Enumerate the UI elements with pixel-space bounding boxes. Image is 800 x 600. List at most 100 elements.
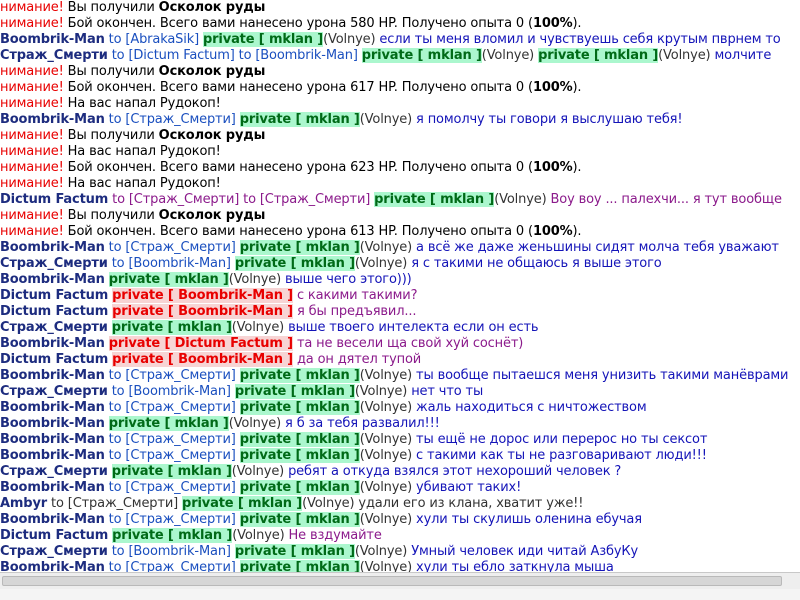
- sender-nick[interactable]: Boombrik-Man: [0, 272, 105, 287]
- private-clan-tag[interactable]: private [ mklan ]: [239, 512, 360, 527]
- chat-message: Страж_Смерти to [Boombrik-Man] private […: [0, 544, 800, 560]
- scrollbar-thumb[interactable]: [2, 576, 782, 586]
- sender-nick[interactable]: Boombrik-Man: [0, 368, 105, 383]
- attention-label: нимание!: [0, 208, 68, 223]
- chat-log: нимание! Вы получили Осколок руды нимание…: [0, 0, 800, 572]
- message-text: Осколок руды: [158, 128, 266, 143]
- message-text: to [Boombrik-Man]: [107, 544, 235, 559]
- private-clan-tag[interactable]: private [ mklan ]: [108, 272, 229, 287]
- horizontal-scrollbar[interactable]: [0, 572, 800, 589]
- private-clan-tag[interactable]: private [ mklan ]: [111, 464, 232, 479]
- sender-nick[interactable]: Boombrik-Man: [0, 448, 105, 463]
- message-text: я б за тебя развалил!!!: [285, 416, 440, 431]
- chat-message: Boombrik-Man to [Страж_Смерти] private […: [0, 368, 800, 384]
- attention-label: нимание!: [0, 96, 68, 111]
- chat-message: Страж_Смерти private [ mklan ](Volnye) в…: [0, 320, 800, 336]
- private-clan-tag[interactable]: private [ mklan ]: [361, 48, 482, 63]
- message-text: удали его из клана, хватит уже!!: [358, 496, 584, 511]
- system-message: нимание! Бой окончен. Всего вами нанесен…: [0, 224, 800, 240]
- private-clan-tag[interactable]: private [ mklan ]: [111, 320, 232, 335]
- attention-label: нимание!: [0, 176, 68, 191]
- private-clan-tag[interactable]: private [ mklan ]: [239, 400, 360, 415]
- private-clan-tag[interactable]: private [ mklan ]: [239, 480, 360, 495]
- message-text: 100%: [532, 80, 573, 95]
- private-user-tag[interactable]: private [ Boombrik-Man ]: [112, 352, 293, 367]
- sender-nick[interactable]: Boombrik-Man: [0, 240, 105, 255]
- sender-nick[interactable]: Dictum Factum: [0, 304, 108, 319]
- private-clan-tag[interactable]: private [ mklan ]: [182, 496, 302, 511]
- sender-nick[interactable]: Dictum Factum: [0, 528, 108, 543]
- sender-nick[interactable]: Страж_Смерти: [0, 464, 108, 479]
- message-text: ).: [572, 224, 582, 239]
- message-text: (Volnye): [354, 384, 412, 399]
- sender-nick[interactable]: Dictum Factum: [0, 288, 108, 303]
- private-clan-tag[interactable]: private [ mklan ]: [108, 416, 229, 431]
- sender-nick[interactable]: Страж_Смерти: [0, 384, 108, 399]
- message-text: убивают таких!: [416, 480, 522, 495]
- sender-nick[interactable]: Boombrik-Man: [0, 32, 105, 47]
- private-clan-tag[interactable]: private [ mklan ]: [112, 528, 232, 543]
- sender-nick[interactable]: Boombrik-Man: [0, 560, 105, 572]
- message-text: На вас напал Рудокоп!: [67, 144, 221, 159]
- message-text: to [Страж_Смерти]: [47, 496, 183, 511]
- private-clan-tag[interactable]: private [ mklan ]: [374, 192, 494, 207]
- sender-nick[interactable]: Boombrik-Man: [0, 480, 105, 495]
- sender-nick[interactable]: Boombrik-Man: [0, 336, 105, 351]
- message-text: я бы предъявил...: [292, 304, 417, 319]
- chat-message: Boombrik-Man private [ Dictum Factum ] т…: [0, 336, 800, 352]
- private-clan-tag[interactable]: private [ mklan ]: [203, 32, 323, 47]
- message-text: выше твоего интелекта если он есть: [288, 320, 539, 335]
- message-text: (Volnye): [359, 448, 417, 463]
- private-user-tag[interactable]: private [ Boombrik-Man ]: [112, 304, 293, 319]
- sender-nick[interactable]: Boombrik-Man: [0, 512, 105, 527]
- private-clan-tag[interactable]: private [ mklan ]: [234, 544, 355, 559]
- attention-label: нимание!: [0, 16, 68, 31]
- private-user-tag[interactable]: private [ Boombrik-Man ]: [112, 288, 293, 303]
- private-clan-tag[interactable]: private [ mklan ]: [239, 368, 360, 383]
- message-text: Бой окончен. Всего вами нанесено урона 6…: [67, 224, 533, 239]
- private-clan-tag[interactable]: private [ mklan ]: [538, 48, 658, 63]
- private-clan-tag[interactable]: private [ mklan ]: [234, 384, 355, 399]
- private-clan-tag[interactable]: private [ mklan ]: [239, 448, 360, 463]
- sender-nick[interactable]: Страж_Смерти: [0, 544, 108, 559]
- chat-message: Dictum Factum private [ Boombrik-Man ] с…: [0, 288, 800, 304]
- message-text: (Volnye): [231, 464, 289, 479]
- message-text: to [Страж_Смерти]: [104, 512, 240, 527]
- sender-nick[interactable]: Dictum Factum: [0, 192, 108, 207]
- message-text: (Volnye): [354, 256, 412, 271]
- private-clan-tag[interactable]: private [ mklan ]: [239, 240, 360, 255]
- message-text: (Volnye): [359, 112, 417, 127]
- message-text: (Volnye): [302, 496, 359, 511]
- message-text: Воу воу ... палехчи... я тут вообще: [550, 192, 782, 207]
- message-text: с такими как ты не разговаривают люди!!!: [416, 448, 707, 463]
- message-text: (Volnye): [494, 192, 551, 207]
- chat-message: Boombrik-Man to [AbrakaSik] private [ mk…: [0, 32, 800, 48]
- message-text: ).: [572, 80, 582, 95]
- sender-nick[interactable]: Ambyr: [0, 496, 47, 511]
- system-message: нимание! Вы получили Осколок руды: [0, 64, 800, 80]
- sender-nick[interactable]: Boombrik-Man: [0, 400, 105, 415]
- attention-label: нимание!: [0, 224, 68, 239]
- message-text: та не весели ща свой хуй соснёт): [292, 336, 524, 351]
- private-clan-tag[interactable]: private [ mklan ]: [239, 112, 360, 127]
- message-text: молчите: [714, 48, 772, 63]
- system-message: нимание! Вы получили Осколок руды: [0, 0, 800, 16]
- sender-nick[interactable]: Boombrik-Man: [0, 432, 105, 447]
- chat-message: Dictum Factum private [ Boombrik-Man ] д…: [0, 352, 800, 368]
- chat-message: Boombrik-Man to [Страж_Смерти] private […: [0, 448, 800, 464]
- sender-nick[interactable]: Страж_Смерти: [0, 320, 108, 335]
- chat-message: Ambyr to [Страж_Смерти] private [ mklan …: [0, 496, 800, 512]
- sender-nick[interactable]: Boombrik-Man: [0, 416, 105, 431]
- sender-nick[interactable]: Boombrik-Man: [0, 112, 105, 127]
- private-clan-tag[interactable]: private [ mklan ]: [239, 560, 360, 572]
- private-user-tag[interactable]: private [ Dictum Factum ]: [108, 336, 293, 351]
- sender-nick[interactable]: Dictum Factum: [0, 352, 108, 367]
- message-text: to [Страж_Смерти]: [104, 112, 240, 127]
- message-text: ты ещё не дорос или перерос но ты сексот: [416, 432, 708, 447]
- sender-nick[interactable]: Страж_Смерти: [0, 48, 108, 63]
- private-clan-tag[interactable]: private [ mklan ]: [234, 256, 355, 271]
- message-text: to [Dictum Factum] to [Boombrik-Man]: [107, 48, 362, 63]
- message-text: Осколок руды: [158, 0, 266, 15]
- private-clan-tag[interactable]: private [ mklan ]: [239, 432, 360, 447]
- sender-nick[interactable]: Страж_Смерти: [0, 256, 108, 271]
